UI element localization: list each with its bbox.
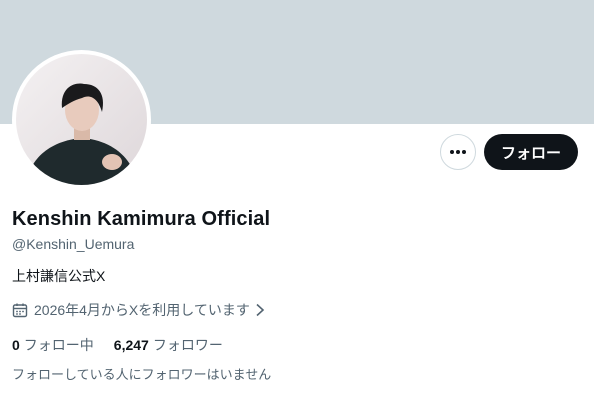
display-name: Kenshin Kamimura Official bbox=[12, 208, 271, 230]
calendar-icon bbox=[12, 303, 28, 318]
avatar[interactable] bbox=[16, 54, 147, 185]
joined-date-label: 2026年4月からXを利用しています bbox=[34, 302, 250, 318]
joined-date[interactable]: 2026年4月からXを利用しています bbox=[12, 300, 266, 320]
followers-link[interactable]: 6,247 フォロワー bbox=[114, 335, 223, 355]
more-options-button[interactable] bbox=[440, 134, 476, 170]
mutual-followers-note: フォローしている人にフォロワーはいません bbox=[12, 367, 272, 382]
user-handle: @Kenshin_Uemura bbox=[12, 236, 135, 252]
avatar-frame[interactable] bbox=[12, 50, 151, 189]
following-link[interactable]: 0 フォロー中 bbox=[12, 335, 94, 355]
more-horizontal-icon bbox=[450, 150, 466, 154]
followers-label: フォロワー bbox=[152, 337, 223, 353]
following-count: 0 bbox=[12, 337, 20, 353]
followers-count: 6,247 bbox=[113, 337, 149, 353]
follow-stats: 0 フォロー中 6,247 フォロワー bbox=[12, 335, 243, 355]
bio-text: 上村謙信公式X bbox=[12, 268, 106, 284]
follow-button[interactable]: フォロー bbox=[484, 134, 578, 170]
following-label: フォロー中 bbox=[23, 337, 94, 353]
chevron-right-icon bbox=[256, 303, 265, 317]
